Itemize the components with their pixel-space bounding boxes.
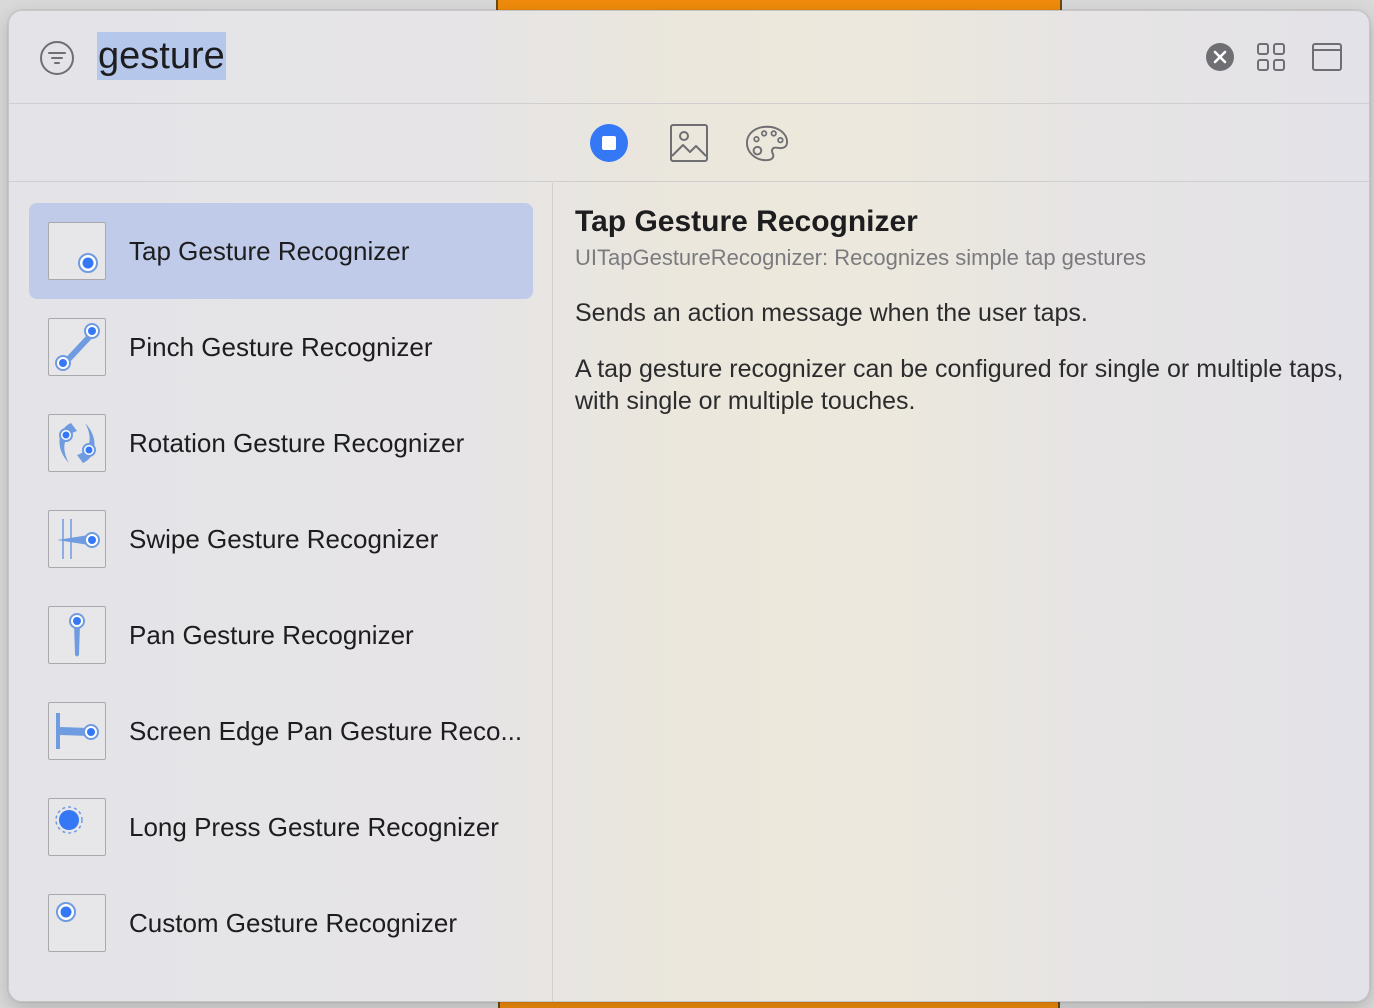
pinch-gesture-icon: [48, 318, 106, 376]
list-item-tap-gesture[interactable]: Tap Gesture Recognizer: [29, 203, 533, 299]
list-item-rotation-gesture[interactable]: Rotation Gesture Recognizer: [29, 395, 533, 491]
library-tab-bar: [9, 105, 1369, 182]
media-tab-icon[interactable]: [667, 121, 711, 165]
list-item-custom-gesture[interactable]: Custom Gesture Recognizer: [29, 875, 533, 971]
filter-icon[interactable]: [39, 40, 75, 76]
list-item-label: Tap Gesture Recognizer: [129, 236, 410, 266]
detail-subtitle: UITapGestureRecognizer: Recognizes simpl…: [575, 245, 1147, 270]
list-item-pan-gesture[interactable]: Pan Gesture Recognizer: [29, 587, 533, 683]
list-item-long-press-gesture[interactable]: Long Press Gesture Recognizer: [29, 779, 533, 875]
detail-description: A tap gesture recognizer can be configur…: [575, 355, 1344, 415]
list-item-label: Long Press Gesture Recognizer: [129, 812, 499, 842]
detail-summary: Sends an action message when the user ta…: [575, 299, 1088, 327]
search-input[interactable]: gesture: [97, 32, 226, 80]
swipe-gesture-icon: [48, 510, 106, 568]
list-item-swipe-gesture[interactable]: Swipe Gesture Recognizer: [29, 491, 533, 587]
detail-title: Tap Gesture Recognizer: [575, 205, 918, 238]
list-item-screen-edge-pan-gesture[interactable]: Screen Edge Pan Gesture Reco...: [29, 683, 533, 779]
list-item-label: Pinch Gesture Recognizer: [129, 332, 433, 362]
list-item-label: Pan Gesture Recognizer: [129, 620, 414, 650]
search-header: gesture: [9, 11, 1369, 104]
grid-view-icon[interactable]: [1253, 39, 1289, 75]
object-list: Tap Gesture Recognizer Pinch Gesture Rec…: [9, 183, 553, 1001]
custom-gesture-icon: [48, 894, 106, 952]
clear-search-icon[interactable]: [1202, 39, 1238, 75]
pan-gesture-icon: [48, 606, 106, 664]
list-item-label: Screen Edge Pan Gesture Reco...: [129, 716, 523, 746]
screen-edge-pan-gesture-icon: [48, 702, 106, 760]
library-panel: gesture Tap Gesture Recognizer Pinch Ges…: [8, 10, 1370, 1002]
tap-gesture-icon: [48, 222, 106, 280]
list-item-label: Swipe Gesture Recognizer: [129, 524, 439, 554]
list-item-label: Custom Gesture Recognizer: [129, 908, 458, 938]
objects-tab-icon[interactable]: [587, 121, 631, 165]
rotation-gesture-icon: [48, 414, 106, 472]
list-item-label: Rotation Gesture Recognizer: [129, 428, 465, 458]
long-press-gesture-icon: [48, 798, 106, 856]
color-palette-icon[interactable]: [745, 121, 789, 165]
list-item-pinch-gesture[interactable]: Pinch Gesture Recognizer: [29, 299, 533, 395]
detail-view-icon[interactable]: [1309, 39, 1345, 75]
detail-pane: Tap Gesture Recognizer UITapGestureRecog…: [575, 203, 1355, 417]
